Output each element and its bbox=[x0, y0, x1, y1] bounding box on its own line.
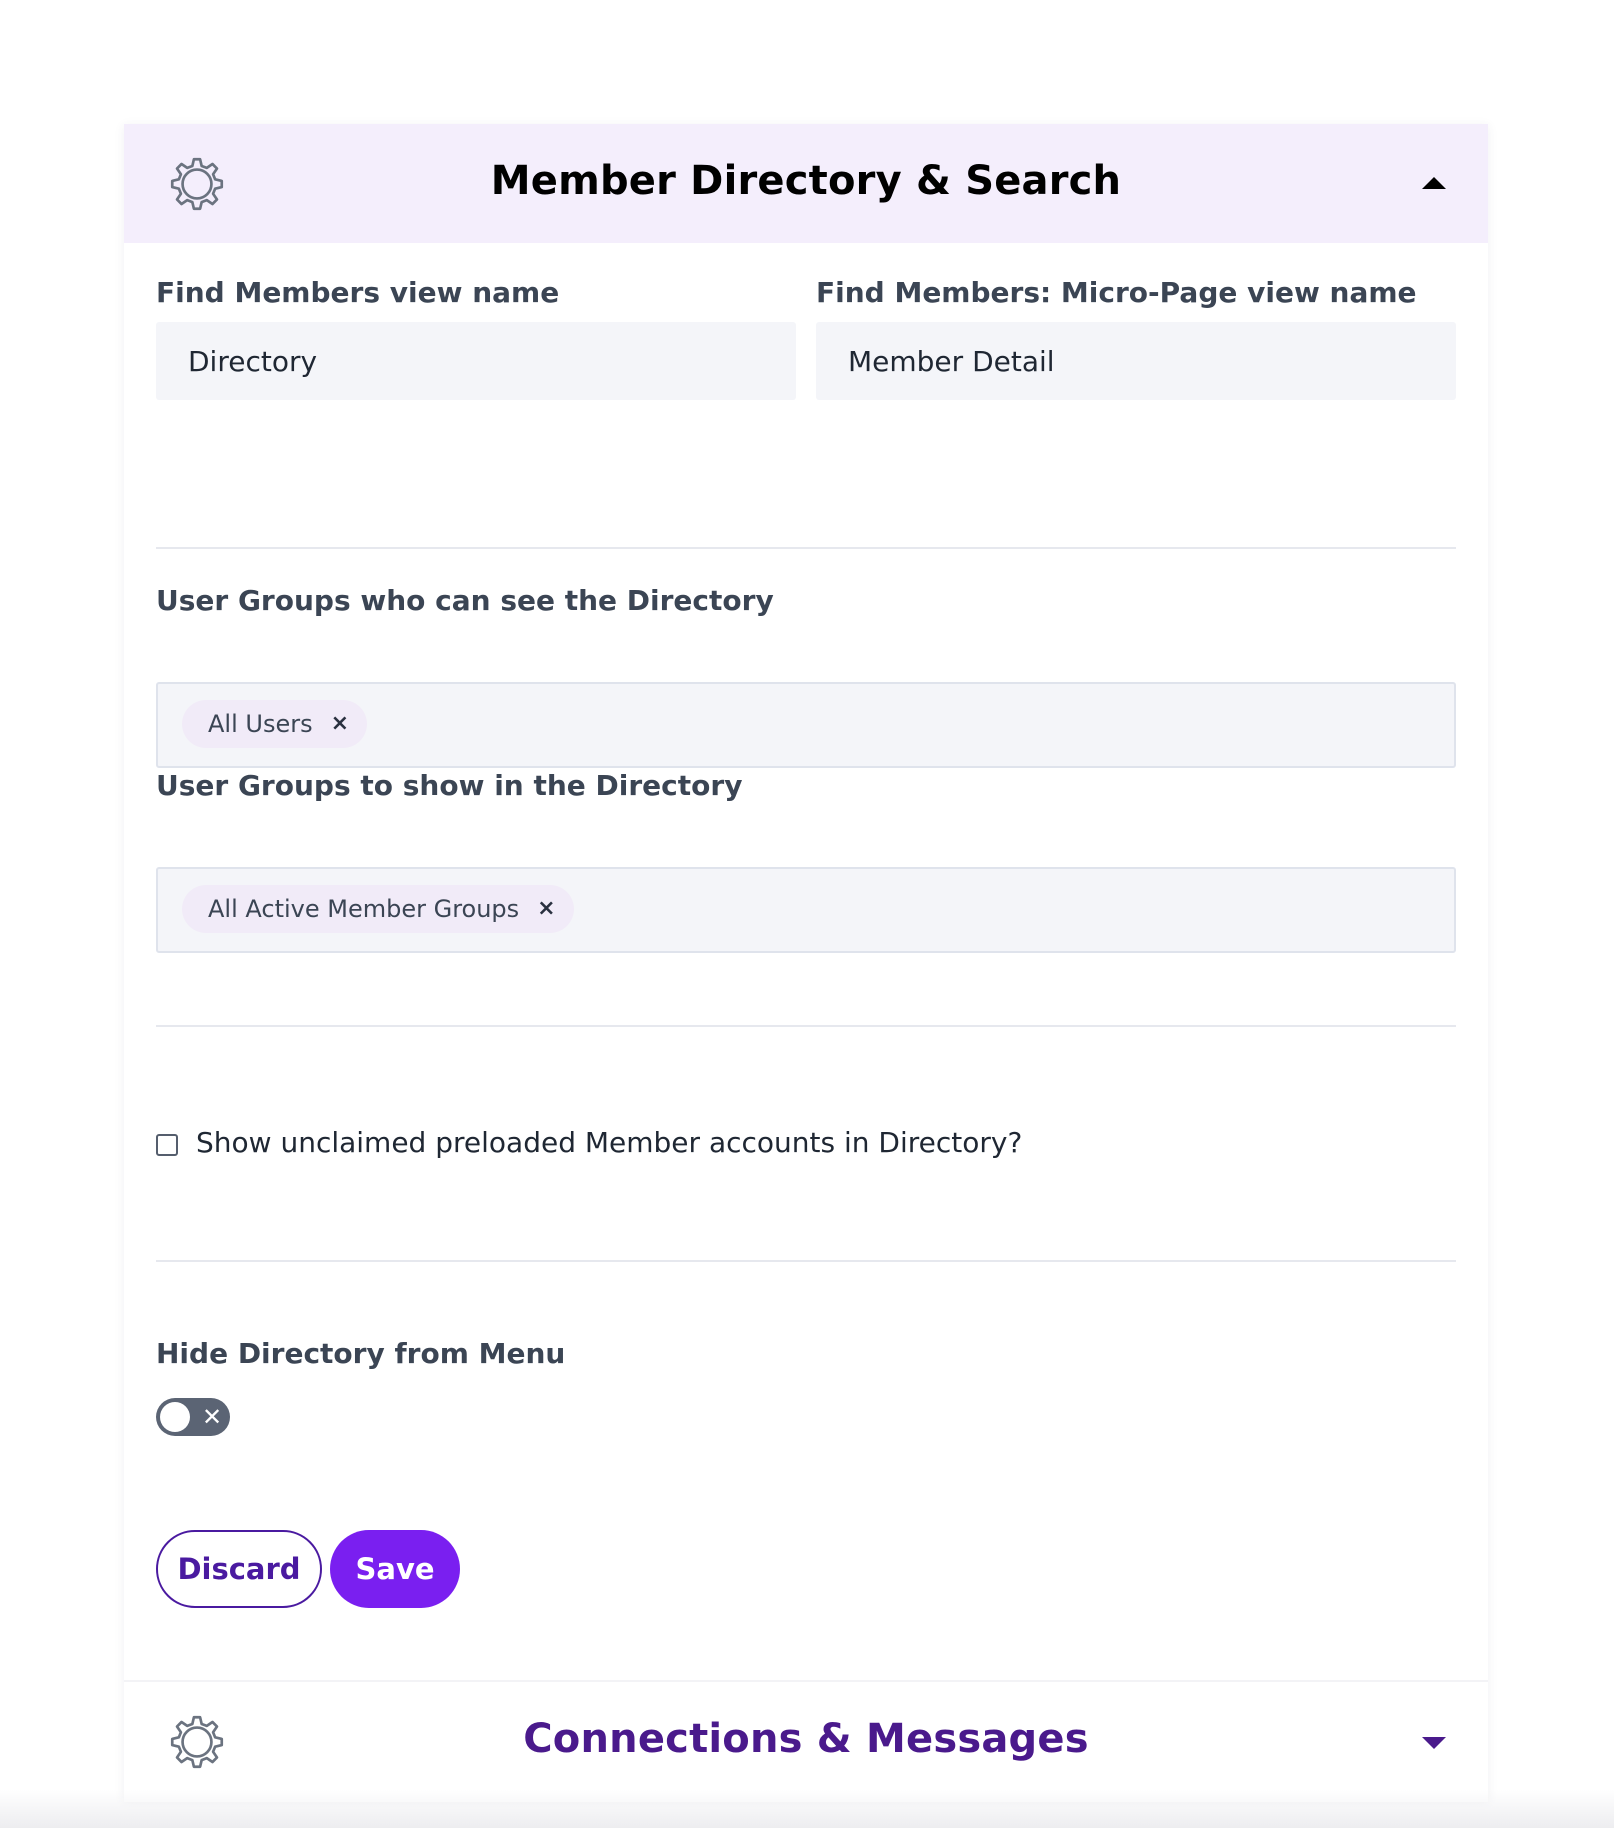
tag-label: All Active Member Groups bbox=[208, 895, 520, 923]
section-divider bbox=[156, 547, 1456, 549]
groups-see-label: User Groups who can see the Directory bbox=[156, 584, 774, 617]
find-members-view-input[interactable] bbox=[156, 322, 796, 400]
close-icon: ✕ bbox=[201, 1403, 223, 1431]
save-button[interactable]: Save bbox=[330, 1530, 460, 1608]
unclaimed-accounts-checkbox[interactable] bbox=[156, 1134, 178, 1156]
tag-all-active-member-groups: All Active Member Groups × bbox=[182, 885, 574, 933]
member-directory-panel-header[interactable]: Member Directory & Search bbox=[124, 124, 1488, 243]
hide-directory-label: Hide Directory from Menu bbox=[156, 1337, 566, 1370]
connections-panel-header[interactable]: Connections & Messages bbox=[124, 1680, 1488, 1802]
unclaimed-accounts-label: Show unclaimed preloaded Member accounts… bbox=[196, 1126, 1023, 1159]
groups-show-select[interactable]: All Active Member Groups × bbox=[156, 867, 1456, 953]
panel-title: Connections & Messages bbox=[523, 1716, 1089, 1762]
tag-all-users: All Users × bbox=[182, 700, 368, 748]
chevron-up-icon[interactable] bbox=[1422, 177, 1446, 189]
micro-page-view-input[interactable] bbox=[816, 322, 1456, 400]
remove-tag-icon[interactable]: × bbox=[537, 898, 555, 920]
bottom-shadow bbox=[0, 1790, 1614, 1828]
toggle-knob bbox=[160, 1402, 190, 1432]
panel-title: Member Directory & Search bbox=[490, 158, 1122, 204]
section-divider bbox=[156, 1025, 1456, 1027]
section-divider bbox=[156, 1260, 1456, 1262]
hide-directory-toggle[interactable]: ✕ bbox=[156, 1398, 230, 1436]
groups-show-label: User Groups to show in the Directory bbox=[156, 769, 743, 802]
remove-tag-icon[interactable]: × bbox=[331, 713, 349, 735]
chevron-down-icon[interactable] bbox=[1422, 1737, 1446, 1749]
discard-button[interactable]: Discard bbox=[156, 1530, 322, 1608]
settings-card: Member Directory & Search Find Members v… bbox=[124, 124, 1488, 1802]
groups-see-select[interactable]: All Users × bbox=[156, 682, 1456, 768]
find-members-view-label: Find Members view name bbox=[156, 276, 560, 309]
micro-page-view-label: Find Members: Micro-Page view name bbox=[816, 276, 1417, 309]
tag-label: All Users bbox=[208, 710, 313, 738]
